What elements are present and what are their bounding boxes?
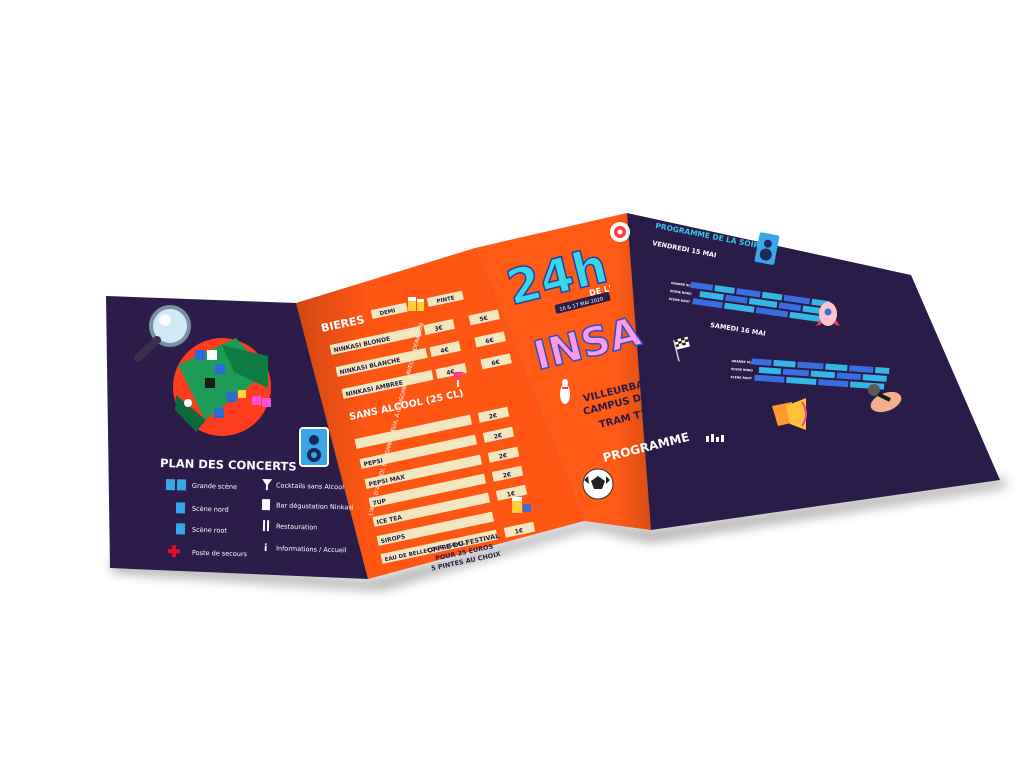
speaker-icon bbox=[299, 427, 329, 467]
legend-label: Scène nord bbox=[192, 505, 229, 514]
target-icon bbox=[610, 222, 630, 242]
legend-label: Poste de secours bbox=[192, 549, 248, 559]
legend-label: Scène root bbox=[192, 526, 228, 535]
legend-label: Grande scène bbox=[192, 482, 237, 491]
football-icon bbox=[582, 468, 614, 500]
stage-map-icon bbox=[173, 338, 271, 436]
legend-label: Restauration bbox=[276, 522, 318, 531]
svg-text:i: i bbox=[264, 543, 268, 554]
beer-icon bbox=[408, 297, 424, 311]
brochure-mockup: PLAN DES CONCERTS Grande scène Scène nor… bbox=[106, 212, 1010, 590]
